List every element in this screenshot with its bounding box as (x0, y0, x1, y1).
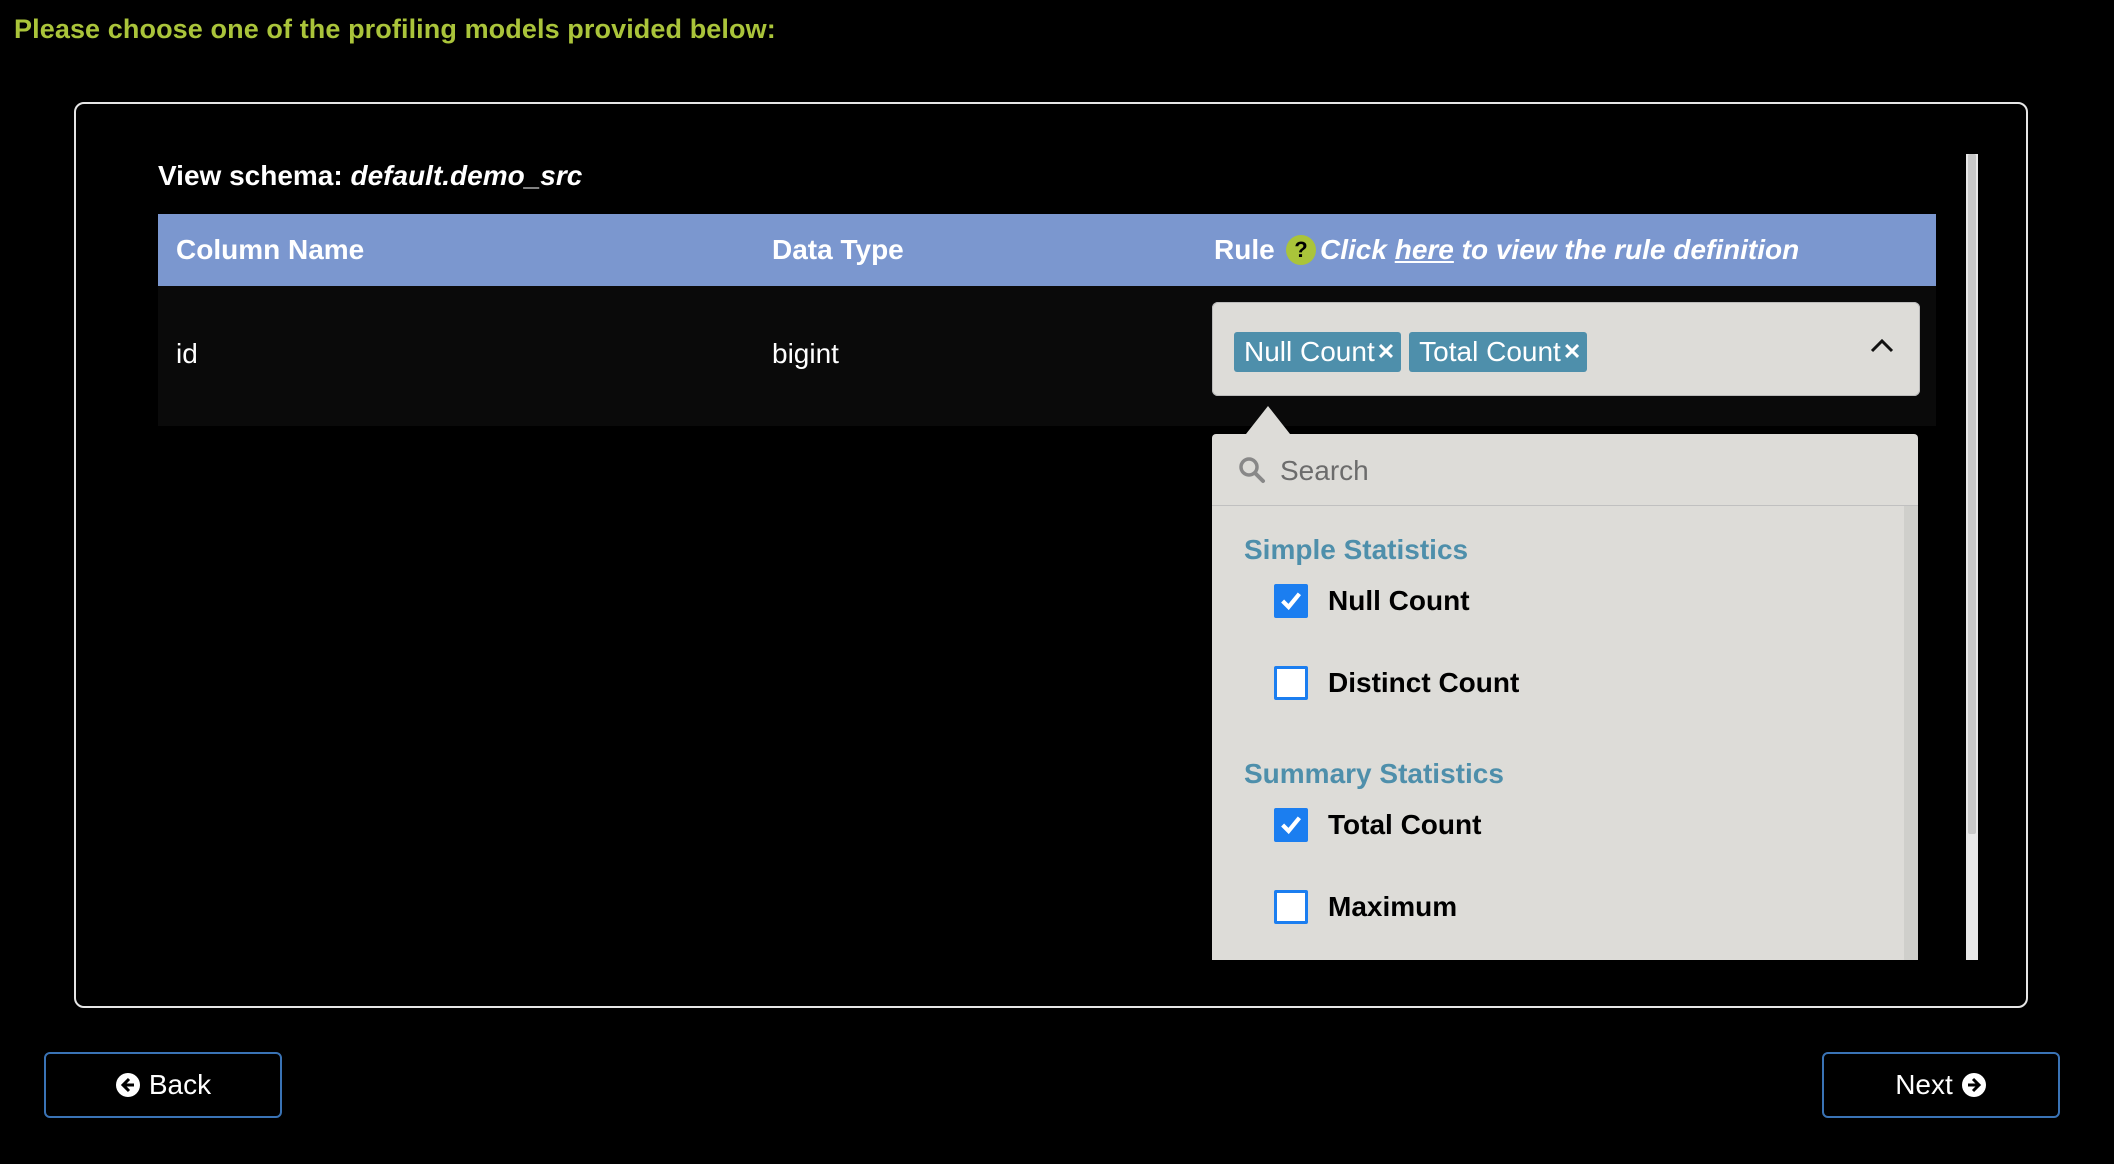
tag-null-count: Null Count ✕ (1234, 332, 1402, 372)
option-null-count[interactable]: Null Count (1274, 584, 1470, 618)
dropdown-scrollbar[interactable] (1904, 506, 1918, 960)
question-circle-icon: ? (1286, 235, 1316, 265)
chevron-up-icon[interactable] (1868, 332, 1896, 360)
back-label: Back (148, 1069, 212, 1100)
check-icon (1281, 592, 1302, 611)
group-summary-statistics: Summary Statistics (1244, 758, 1504, 789)
next-label: Next (1895, 1069, 1953, 1100)
next-button[interactable]: Next (1822, 1052, 2060, 1118)
back-button[interactable]: Back (44, 1052, 282, 1118)
schema-label: View schema: (158, 160, 343, 191)
search-input[interactable] (1278, 448, 1882, 494)
option-label: Distinct Count (1328, 667, 1520, 698)
rule-multiselect[interactable]: Null Count ✕ Total Count ✕ (1212, 302, 1920, 396)
option-label: Null Count (1328, 585, 1470, 616)
checkbox-unchecked[interactable] (1274, 890, 1308, 924)
search-icon (1239, 457, 1265, 483)
cell-data-type: bigint (772, 338, 839, 369)
scrollbar-thumb[interactable] (1968, 154, 1976, 834)
tag-label: Null Count (1244, 336, 1375, 367)
option-distinct-count[interactable]: Distinct Count (1274, 666, 1519, 700)
rule-help-suffix: to view the rule definition (1461, 234, 1800, 265)
schema-name: default.demo_src (350, 160, 583, 191)
option-total-count[interactable]: Total Count (1274, 808, 1481, 842)
checkbox-checked[interactable] (1274, 808, 1308, 842)
tag-total-count: Total Count ✕ (1409, 332, 1588, 372)
option-label: Total Count (1328, 809, 1482, 840)
schema-title: View schema: default.demo_src (158, 160, 582, 192)
search-box (1212, 434, 1918, 506)
option-label: Maximum (1328, 891, 1458, 922)
rule-definition-link[interactable]: here (1395, 234, 1454, 266)
table-header: Column Name Data Type Rule ? Click here … (158, 214, 1936, 286)
checkbox-checked[interactable] (1274, 584, 1308, 618)
rule-dropdown: Simple Statistics Null Count Distinct Co… (1212, 434, 1918, 960)
arrow-circle-left-icon (115, 1073, 140, 1097)
header-column-name: Column Name (176, 234, 365, 265)
cell-column-name: id (176, 338, 198, 369)
instruction-text: Please choose one of the profiling model… (14, 14, 776, 44)
header-rule: Rule (1214, 234, 1275, 265)
checkbox-unchecked[interactable] (1274, 666, 1308, 700)
group-simple-statistics: Simple Statistics (1244, 534, 1469, 565)
selected-tags: Null Count ✕ Total Count ✕ (1234, 332, 1588, 372)
tag-label: Total Count (1419, 336, 1561, 367)
panel-scrollbar[interactable] (1966, 154, 1978, 960)
option-maximum[interactable]: Maximum (1274, 890, 1457, 924)
rule-help: ? Click here to view the rule definition (1286, 234, 1799, 266)
arrow-circle-right-icon (1961, 1073, 1986, 1097)
dropdown-caret (1246, 406, 1290, 434)
remove-tag-icon[interactable]: ✕ (1563, 332, 1581, 372)
header-data-type: Data Type (772, 234, 904, 265)
rule-help-prefix: Click (1320, 234, 1387, 265)
remove-tag-icon[interactable]: ✕ (1377, 332, 1395, 372)
check-icon (1281, 816, 1302, 835)
